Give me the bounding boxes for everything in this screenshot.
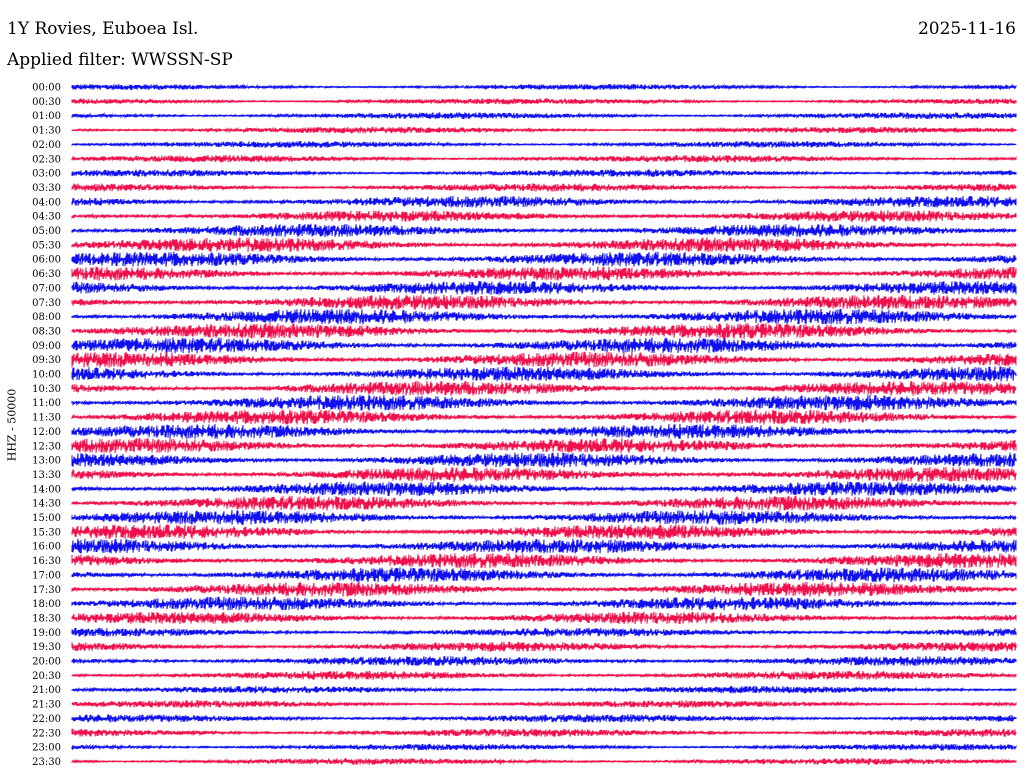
trace-row-0130 bbox=[71, 126, 1017, 134]
trace-row-0200 bbox=[71, 140, 1017, 149]
time-tick-label: 14:00 bbox=[32, 484, 61, 495]
trace-row-0600 bbox=[71, 251, 1017, 267]
trace-row-0300 bbox=[71, 169, 1017, 177]
time-tick-label: 05:30 bbox=[32, 240, 61, 251]
trace-row-1300 bbox=[71, 452, 1017, 468]
trace-row-0900 bbox=[71, 337, 1017, 354]
seismogram-plot: 00:00 00:30 01:00 01:30 02:00 02:30 03:00 03:30… bbox=[32, 83, 1017, 768]
time-tick-label: 08:00 bbox=[32, 312, 61, 323]
time-tick-label: 00:30 bbox=[32, 97, 61, 108]
time-tick-label: 09:30 bbox=[32, 355, 61, 366]
trace-row-1600 bbox=[71, 538, 1017, 554]
time-tick-label: 04:30 bbox=[32, 212, 61, 223]
time-tick-label: 23:30 bbox=[32, 757, 61, 768]
trace-row-1900 bbox=[71, 627, 1017, 637]
time-tick-label: 03:00 bbox=[32, 169, 61, 180]
time-tick-label: 13:30 bbox=[32, 470, 61, 481]
time-tick-label: 21:00 bbox=[32, 685, 61, 696]
trace-row-1130 bbox=[71, 409, 1017, 425]
time-tick-label: 18:30 bbox=[32, 613, 61, 624]
time-tick-label: 19:00 bbox=[32, 628, 61, 639]
trace-row-0030 bbox=[71, 97, 1017, 105]
time-tick-label: 05:00 bbox=[32, 226, 61, 237]
trace-row-2200 bbox=[71, 714, 1017, 723]
trace-row-2130 bbox=[71, 700, 1017, 708]
time-tick-label: 06:30 bbox=[32, 269, 61, 280]
time-tick-label: 11:00 bbox=[32, 398, 61, 409]
trace-row-1500 bbox=[71, 509, 1017, 526]
time-tick-label: 11:30 bbox=[32, 413, 61, 424]
trace-row-1400 bbox=[71, 481, 1017, 497]
time-tick-label: 06:00 bbox=[32, 255, 61, 266]
time-tick-label: 14:30 bbox=[32, 499, 61, 510]
time-tick-label: 20:30 bbox=[32, 671, 61, 682]
trace-row-1730 bbox=[71, 581, 1017, 597]
trace-row-1530 bbox=[71, 524, 1017, 540]
trace-row-0100 bbox=[71, 111, 1017, 120]
trace-row-0730 bbox=[71, 294, 1017, 310]
time-tick-label: 09:00 bbox=[32, 341, 61, 352]
trace-row-2100 bbox=[71, 685, 1017, 694]
trace-row-0800 bbox=[71, 308, 1017, 325]
time-tick-label: 10:00 bbox=[32, 370, 61, 381]
trace-row-0330 bbox=[71, 183, 1017, 192]
trace-row-0430 bbox=[71, 210, 1017, 222]
trace-row-0230 bbox=[71, 154, 1017, 163]
trace-row-0930 bbox=[71, 351, 1017, 368]
time-tick-label: 15:00 bbox=[32, 513, 61, 524]
time-tick-label: 00:00 bbox=[32, 83, 61, 94]
time-tick-label: 16:30 bbox=[32, 556, 61, 567]
trace-row-1630 bbox=[71, 553, 1017, 568]
trace-row-1700 bbox=[71, 567, 1017, 583]
time-tick-label: 01:30 bbox=[32, 126, 61, 137]
time-tick-label: 20:00 bbox=[32, 657, 61, 668]
trace-row-1000 bbox=[71, 366, 1017, 382]
time-tick-label: 02:00 bbox=[32, 140, 61, 151]
time-tick-label: 03:30 bbox=[32, 183, 61, 194]
trace-row-1030 bbox=[71, 380, 1017, 396]
time-tick-label: 18:00 bbox=[32, 599, 61, 610]
trace-row-1800 bbox=[71, 596, 1017, 611]
trace-row-2000 bbox=[71, 656, 1017, 667]
trace-row-1100 bbox=[71, 394, 1017, 411]
time-tick-label: 19:30 bbox=[32, 642, 61, 653]
time-tick-label: 10:30 bbox=[32, 384, 61, 395]
trace-row-2030 bbox=[71, 670, 1017, 680]
trace-row-0630 bbox=[71, 266, 1017, 281]
trace-row-0400 bbox=[71, 195, 1017, 208]
time-tick-label: 13:00 bbox=[32, 456, 61, 467]
trace-row-1230 bbox=[71, 438, 1017, 454]
time-tick-label: 08:30 bbox=[32, 326, 61, 337]
time-tick-label: 16:00 bbox=[32, 542, 61, 553]
time-tick-label: 23:00 bbox=[32, 743, 61, 754]
trace-row-1200 bbox=[71, 423, 1017, 439]
trace-row-1430 bbox=[71, 495, 1017, 511]
time-tick-label: 17:30 bbox=[32, 585, 61, 596]
trace-row-1930 bbox=[71, 641, 1017, 652]
time-tick-label: 22:00 bbox=[32, 714, 61, 725]
time-tick-label: 07:00 bbox=[32, 283, 61, 294]
time-tick-label: 17:00 bbox=[32, 570, 61, 581]
trace-row-0500 bbox=[71, 223, 1017, 238]
time-tick-label: 01:00 bbox=[32, 111, 61, 122]
trace-row-1330 bbox=[71, 466, 1017, 482]
trace-row-1830 bbox=[71, 611, 1017, 625]
trace-row-0830 bbox=[71, 322, 1017, 339]
time-tick-label: 12:00 bbox=[32, 427, 61, 438]
trace-row-2330 bbox=[71, 757, 1017, 766]
time-tick-label: 12:30 bbox=[32, 441, 61, 452]
time-tick-label: 02:30 bbox=[32, 154, 61, 165]
trace-row-2230 bbox=[71, 728, 1017, 737]
time-tick-label: 15:30 bbox=[32, 527, 61, 538]
time-tick-label: 21:30 bbox=[32, 700, 61, 711]
time-tick-label: 04:00 bbox=[32, 197, 61, 208]
trace-row-0530 bbox=[71, 237, 1017, 253]
trace-row-2300 bbox=[71, 743, 1017, 751]
trace-row-0000 bbox=[71, 83, 1017, 91]
time-tick-label: 07:30 bbox=[32, 298, 61, 309]
trace-row-0700 bbox=[71, 280, 1017, 295]
time-tick-label: 22:30 bbox=[32, 728, 61, 739]
